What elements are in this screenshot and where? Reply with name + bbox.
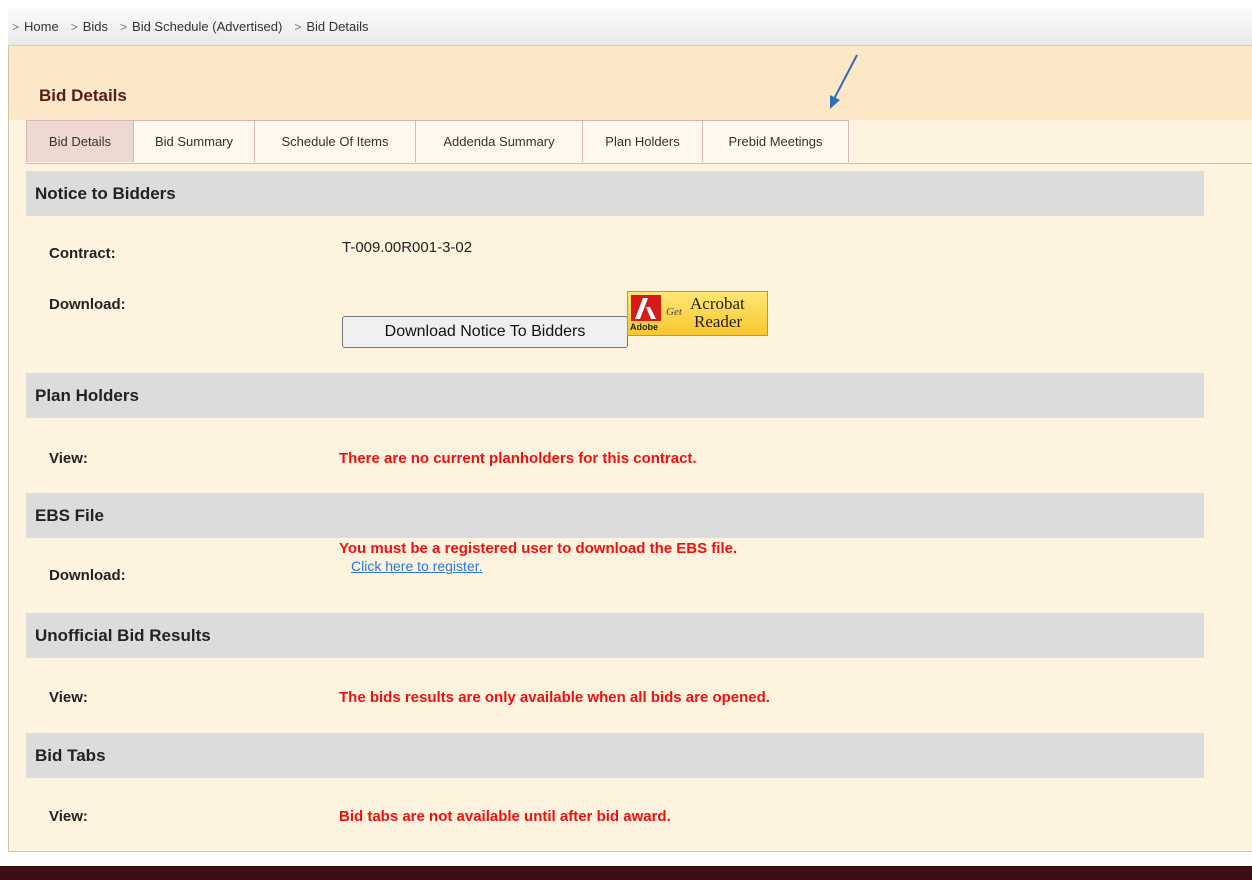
bid-tabs-message: Bid tabs are not available until after b…	[339, 808, 671, 825]
ebs-download-label: Download:	[49, 567, 126, 584]
acrobat-text: Acrobat	[690, 294, 745, 313]
breadcrumb-label: Bid Details	[306, 19, 369, 34]
breadcrumb-label: Bids	[82, 19, 109, 34]
tab-plan-holders[interactable]: Plan Holders	[583, 120, 703, 162]
section-notice-to-bidders: Notice to Bidders	[26, 171, 1204, 216]
bid-details-panel: Bid Details Bid Details Bid Summary Sche…	[8, 46, 1252, 852]
register-link[interactable]: Click here to register.	[351, 558, 483, 574]
tab-schedule-of-items[interactable]: Schedule Of Items	[255, 120, 416, 162]
tab-prebid-meetings[interactable]: Prebid Meetings	[703, 120, 849, 162]
breadcrumb: > Home > Bids > Bid Schedule (Advertised…	[8, 8, 1252, 46]
breadcrumb-label: Bid Schedule (Advertised)	[132, 19, 283, 34]
download-notice-button[interactable]: Download Notice To Bidders	[342, 316, 628, 348]
adobe-text: Adobe	[630, 322, 658, 332]
plan-holders-view-label: View:	[49, 450, 88, 467]
breadcrumb-home[interactable]: > Home	[12, 19, 59, 34]
ebs-file-message: You must be a registered user to downloa…	[339, 540, 738, 557]
annotation-arrow-icon	[830, 54, 858, 109]
tab-bid-summary[interactable]: Bid Summary	[134, 120, 255, 162]
get-text: Get	[666, 306, 682, 318]
results-view-label: View:	[49, 689, 88, 706]
breadcrumb-bid-schedule[interactable]: > Bid Schedule (Advertised)	[120, 19, 282, 34]
chevron-right-icon: >	[12, 19, 20, 34]
tab-bar: Bid Details Bid Summary Schedule Of Item…	[26, 120, 1252, 164]
reader-text: Reader	[694, 312, 743, 331]
results-message: The bids results are only available when…	[339, 689, 770, 706]
get-acrobat-reader-badge[interactable]: Adobe Get Acrobat Reader	[627, 291, 768, 336]
chevron-right-icon: >	[70, 19, 78, 34]
chevron-right-icon: >	[120, 19, 128, 34]
contract-label: Contract:	[49, 245, 116, 262]
section-plan-holders: Plan Holders	[26, 373, 1204, 418]
breadcrumb-bid-details[interactable]: > Bid Details	[294, 19, 368, 34]
bid-tabs-view-label: View:	[49, 808, 88, 825]
breadcrumb-bids[interactable]: > Bids	[71, 19, 108, 34]
page-title: Bid Details	[39, 86, 127, 105]
tab-addenda-summary[interactable]: Addenda Summary	[416, 120, 583, 162]
section-ebs-file: EBS File	[26, 493, 1204, 538]
panel-header	[9, 46, 1252, 120]
download-label: Download:	[49, 296, 126, 313]
breadcrumb-label: Home	[24, 19, 59, 34]
contract-value: T-009.00R001-3-02	[342, 239, 473, 256]
adobe-logo-icon	[631, 295, 661, 321]
section-unofficial-bid-results: Unofficial Bid Results	[26, 613, 1204, 658]
section-bid-tabs: Bid Tabs	[26, 733, 1204, 778]
plan-holders-message: There are no current planholders for thi…	[339, 450, 697, 467]
footer-bar	[0, 866, 1252, 880]
chevron-right-icon: >	[294, 19, 302, 34]
tab-bid-details[interactable]: Bid Details	[26, 120, 134, 162]
